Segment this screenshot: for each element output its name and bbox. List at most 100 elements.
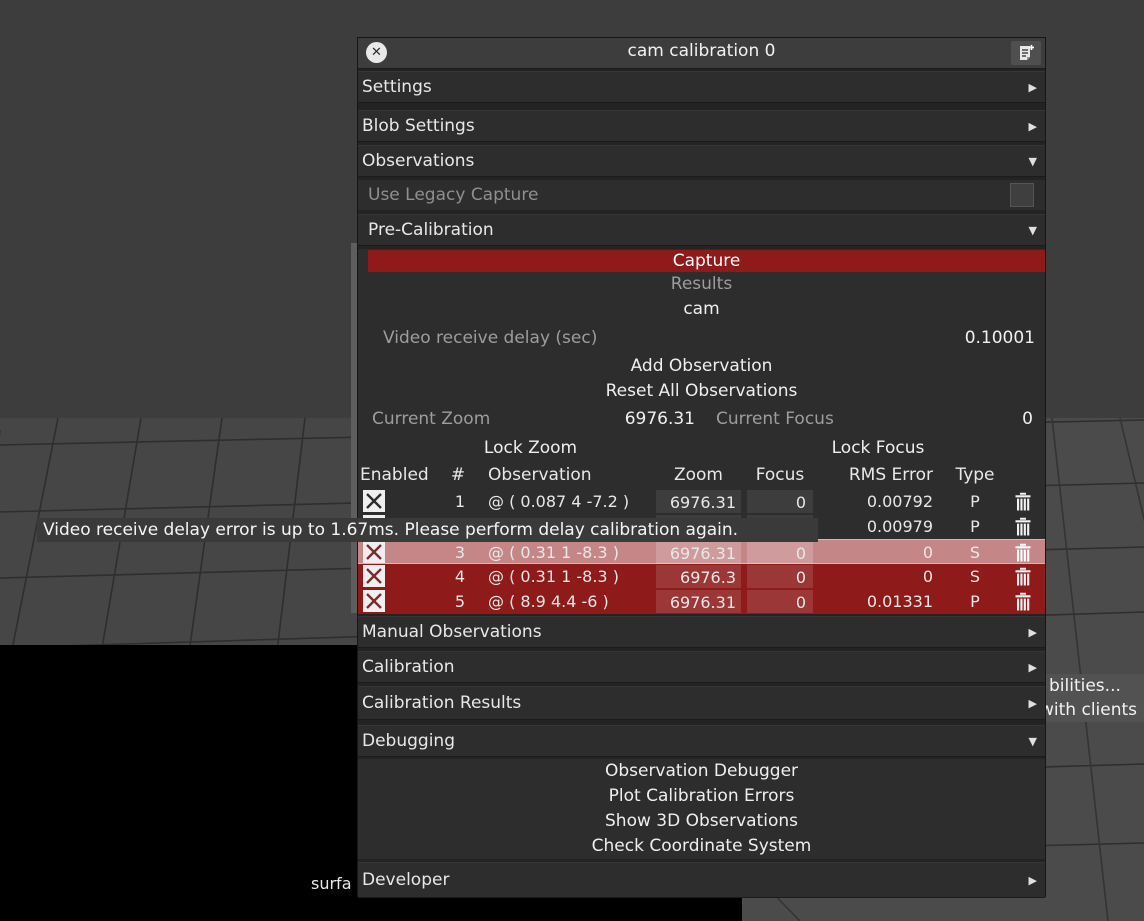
use-legacy-capture-checkbox[interactable] (1010, 183, 1034, 207)
row-number: 3 (413, 540, 465, 565)
current-zoom-focus-row: Current Zoom 6976.31 Current Focus 0 (358, 403, 1045, 436)
chevron-down-icon: ▼ (1029, 726, 1037, 757)
trash-icon[interactable] (1013, 567, 1035, 587)
zoom-field[interactable]: 6976.31 (656, 590, 741, 613)
section-settings[interactable]: Settings ▶ (358, 71, 1045, 103)
col-observation: Observation (488, 463, 592, 487)
col-enabled: Enabled (360, 463, 429, 487)
plot-calibration-errors-button[interactable]: Plot Calibration Errors (358, 784, 1045, 809)
section-calibration[interactable]: Calibration ▶ (358, 651, 1045, 683)
video-delay-label: Video receive delay (sec) (383, 322, 597, 354)
focus-field[interactable]: 0 (747, 490, 813, 513)
type-value: S (950, 564, 1000, 589)
zoom-field[interactable]: 6976.31 (656, 541, 741, 564)
type-value: P (950, 489, 1000, 514)
focus-field[interactable]: 0 (747, 590, 813, 613)
viewport-black-area-left (0, 645, 357, 921)
table-row[interactable]: 3 @ ( 0.31 1 -8.3 ) 6976.31 0 0 S (358, 539, 1045, 564)
enabled-checkbox[interactable] (363, 490, 385, 512)
trash-icon[interactable] (1013, 517, 1035, 537)
section-calibration-results-label: Calibration Results (362, 693, 521, 713)
section-developer[interactable]: Developer ▶ (358, 862, 1045, 898)
row-observation: @ ( 8.9 4.4 -6 ) (488, 589, 609, 614)
section-observations[interactable]: Observations ▼ (358, 145, 1045, 177)
table-row[interactable]: 4 @ ( 0.31 1 -8.3 ) 6976.3 0 0 S (358, 564, 1045, 589)
section-blob-settings[interactable]: Blob Settings ▶ (358, 110, 1045, 142)
chevron-right-icon: ▶ (1029, 111, 1037, 142)
focus-field[interactable]: 0 (747, 541, 813, 564)
use-legacy-capture-label: Use Legacy Capture (358, 185, 538, 205)
section-developer-label: Developer (362, 870, 449, 890)
table-row[interactable]: 5 @ ( 8.9 4.4 -6 ) 6976.31 0 0.01331 P (358, 589, 1045, 614)
rms-error-value: 0.01331 (823, 589, 933, 614)
viewport-black-area-bottom (357, 897, 742, 921)
type-value: P (950, 589, 1000, 614)
chevron-down-icon: ▼ (1029, 215, 1037, 246)
current-zoom-label: Current Zoom (372, 403, 490, 436)
rms-error-value: 0 (823, 564, 933, 589)
row-number: 1 (413, 489, 465, 514)
trash-icon[interactable] (1013, 592, 1035, 612)
section-calibration-results[interactable]: Calibration Results ▶ (358, 686, 1045, 720)
section-manual-observations[interactable]: Manual Observations ▶ (358, 616, 1045, 648)
add-note-icon (1017, 44, 1035, 62)
chevron-right-icon: ▶ (1029, 652, 1037, 683)
section-settings-label: Settings (362, 77, 432, 97)
observation-debugger-button[interactable]: Observation Debugger (358, 759, 1045, 784)
table-row[interactable]: 1 @ ( 0.087 4 -7.2 ) 6976.31 0 0.00792 P (358, 489, 1045, 514)
fragment-line-2: with clients (1040, 698, 1144, 722)
row-observation: @ ( 0.31 1 -8.3 ) (488, 540, 619, 565)
rms-error-value: 0.00792 (823, 489, 933, 514)
add-observation-button[interactable]: Add Observation (358, 354, 1045, 379)
lock-zoom-button[interactable]: Lock Zoom (448, 436, 613, 460)
section-manual-observations-label: Manual Observations (362, 622, 542, 642)
observation-table-header: Enabled # Observation Zoom Focus RMS Err… (358, 463, 1045, 489)
reset-all-observations-button[interactable]: Reset All Observations (358, 379, 1045, 403)
chevron-right-icon: ▶ (1029, 687, 1037, 720)
zoom-field[interactable]: 6976.31 (656, 490, 741, 513)
col-type: Type (950, 463, 1000, 487)
row-observation: @ ( 0.31 1 -8.3 ) (488, 564, 619, 589)
lock-focus-button[interactable]: Lock Focus (793, 436, 963, 460)
section-pre-calibration[interactable]: Pre-Calibration ▼ (358, 214, 1045, 246)
current-focus-value: 0 (1022, 403, 1033, 436)
video-delay-value[interactable]: 0.10001 (965, 322, 1035, 354)
fragment-line-1: bilities... (1049, 674, 1144, 698)
section-pre-calibration-label: Pre-Calibration (368, 220, 494, 240)
results-label: Results (358, 272, 1045, 297)
row-number: 5 (413, 589, 465, 614)
panel-title: cam calibration 0 (358, 41, 1045, 61)
enabled-checkbox[interactable] (363, 590, 385, 612)
section-debugging[interactable]: Debugging ▼ (358, 725, 1045, 757)
chevron-right-icon: ▶ (1029, 863, 1037, 898)
section-observations-label: Observations (362, 151, 474, 171)
row-number: 4 (413, 564, 465, 589)
col-number: # (448, 463, 468, 487)
chevron-right-icon: ▶ (1029, 72, 1037, 103)
panel-titlebar[interactable]: ✕ cam calibration 0 (358, 38, 1045, 69)
row-observation: @ ( 0.087 4 -7.2 ) (488, 489, 629, 514)
col-zoom: Zoom (656, 463, 741, 487)
pre-calibration-content: Capture Results cam Video receive delay … (358, 249, 1045, 614)
section-calibration-label: Calibration (362, 657, 455, 677)
enabled-checkbox[interactable] (363, 565, 385, 587)
check-coordinate-system-button[interactable]: Check Coordinate System (358, 834, 1045, 859)
delay-warning-tooltip: Video receive delay error is up to 1.67m… (37, 518, 818, 542)
col-rms-error: RMS Error (823, 463, 933, 487)
focus-field[interactable]: 0 (747, 565, 813, 588)
trash-icon[interactable] (1013, 492, 1035, 512)
type-value: P (950, 514, 1000, 539)
chevron-right-icon: ▶ (1029, 617, 1037, 648)
debugging-content: Observation Debugger Plot Calibration Er… (358, 759, 1045, 859)
zoom-field[interactable]: 6976.3 (656, 565, 741, 588)
enabled-checkbox[interactable] (363, 541, 385, 563)
current-focus-label: Current Focus (716, 403, 834, 436)
video-delay-row: Video receive delay (sec) 0.10001 (358, 322, 1045, 354)
show-3d-observations-button[interactable]: Show 3D Observations (358, 809, 1045, 834)
current-zoom-value: 6976.31 (610, 403, 695, 436)
trash-icon[interactable] (1013, 543, 1035, 563)
rms-error-value: 0.00979 (823, 514, 933, 539)
col-focus: Focus (747, 463, 813, 487)
add-note-button[interactable] (1011, 41, 1041, 65)
capture-button[interactable]: Capture (368, 250, 1045, 272)
